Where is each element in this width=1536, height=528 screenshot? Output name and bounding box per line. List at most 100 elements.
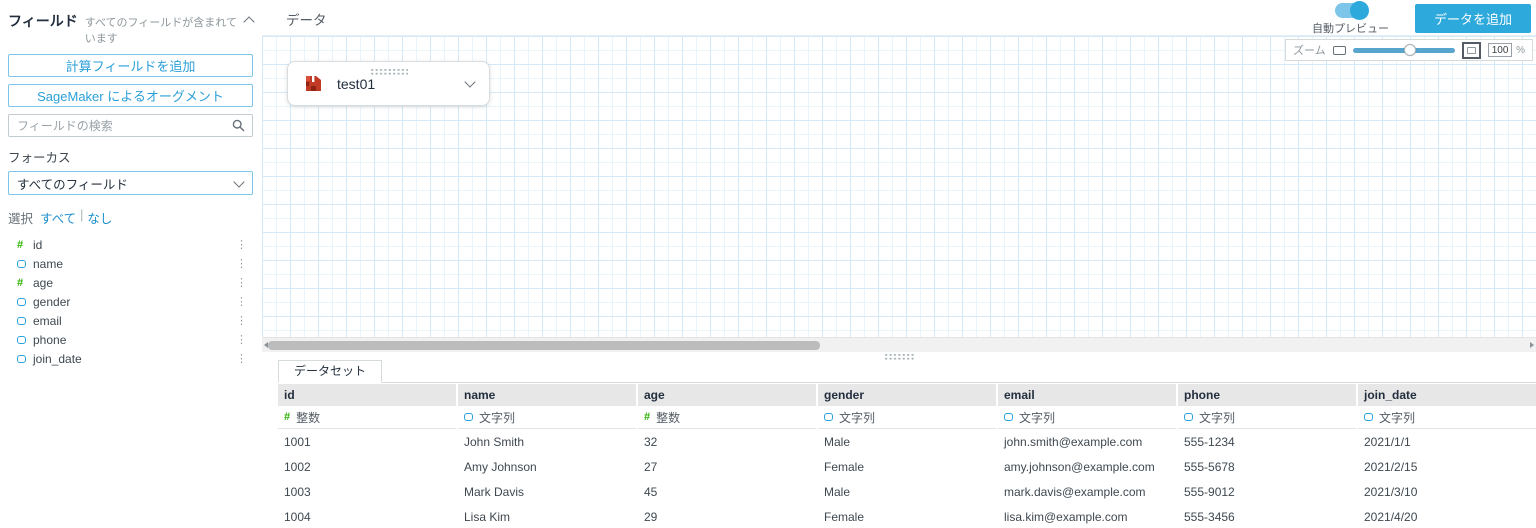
table-cell: 2021/4/20 xyxy=(1364,510,1418,524)
zoom-label: ズーム xyxy=(1293,45,1326,57)
string-type-icon xyxy=(17,312,33,330)
fit-rect-icon xyxy=(1467,46,1477,54)
scroll-right-icon[interactable] xyxy=(1530,342,1534,348)
table-cell: 27 xyxy=(644,460,658,474)
field-name: age xyxy=(33,275,54,290)
dataset-preview-panel: データセット id name age gender email phone join_dat… xyxy=(262,360,1536,528)
fields-panel: フィールド すべてのフィールドが含まれています 計算フィールドを追加 SageM… xyxy=(0,0,262,528)
add-calculated-field-button[interactable]: 計算フィールドを追加 xyxy=(8,54,253,77)
column-type-cell: # 整数 xyxy=(638,406,816,429)
collapse-fields-icon[interactable] xyxy=(243,16,255,28)
field-menu-icon[interactable]: ⋮ xyxy=(236,352,247,365)
field-row[interactable]: gender ⋮ xyxy=(8,292,253,311)
fields-subtitle: すべてのフィールドが含まれています xyxy=(84,17,237,45)
table-cell: 1003 xyxy=(284,485,311,499)
field-row[interactable]: join_date ⋮ xyxy=(8,349,253,368)
column-type-label: 文字列 xyxy=(839,410,876,425)
string-type-icon xyxy=(464,410,473,424)
field-selection-controls: 選択 すべて | なし xyxy=(8,208,253,227)
panel-divider xyxy=(262,352,1536,360)
auto-preview-control: 自動プレビュー xyxy=(1312,1,1389,36)
auto-preview-label: 自動プレビュー xyxy=(1312,23,1389,35)
toggle-knob xyxy=(1349,1,1369,20)
table-cell: john.smith@example.com xyxy=(1004,435,1143,449)
zoom-slider-thumb[interactable] xyxy=(1403,43,1416,56)
field-search-input[interactable] xyxy=(8,114,253,137)
column-header: name xyxy=(458,384,636,406)
zoom-fit-button[interactable] xyxy=(1462,41,1482,59)
quicksight-data-prep: フィールド すべてのフィールドが含まれています 計算フィールドを追加 SageM… xyxy=(0,0,1536,528)
string-type-icon xyxy=(1004,410,1013,424)
percent-sign: % xyxy=(1516,44,1525,56)
string-type-icon-shape xyxy=(824,413,833,421)
field-menu-icon[interactable]: ⋮ xyxy=(236,238,247,251)
column-type-cell: 文字列 xyxy=(1358,406,1536,429)
field-menu-icon[interactable]: ⋮ xyxy=(236,276,247,289)
flow-canvas[interactable]: ズーム 100 % test01 xyxy=(262,35,1536,337)
select-none-link[interactable]: なし xyxy=(87,208,112,227)
field-menu-icon[interactable]: ⋮ xyxy=(236,333,247,346)
table-cell: 2021/3/10 xyxy=(1364,485,1418,499)
table-cell: Mark Davis xyxy=(464,485,525,499)
table-cell: Male xyxy=(824,485,851,499)
tab-dataset[interactable]: データセット xyxy=(278,360,383,383)
data-panel-title: データ xyxy=(286,13,327,28)
string-type-icon xyxy=(17,350,33,368)
column-type-cell: 文字列 xyxy=(1178,406,1356,429)
string-type-icon-shape xyxy=(17,335,26,344)
string-type-icon-shape xyxy=(17,354,26,363)
preview-tabstrip: データセット xyxy=(278,360,1536,383)
zoom-out-rect-icon[interactable] xyxy=(1332,45,1346,55)
table-cell: amy.johnson@example.com xyxy=(1004,460,1155,474)
column-header: email xyxy=(998,384,1176,406)
zoom-percent-input[interactable]: 100 xyxy=(1488,43,1513,57)
node-menu-chevron-icon[interactable] xyxy=(464,76,476,88)
field-name: gender xyxy=(33,294,71,309)
number-type-icon: # xyxy=(17,276,24,289)
field-name: id xyxy=(33,237,43,252)
string-type-icon xyxy=(17,255,33,273)
number-type-icon: # xyxy=(284,411,291,423)
table-cell: 29 xyxy=(644,510,658,524)
field-menu-icon[interactable]: ⋮ xyxy=(236,314,247,327)
select-all-link[interactable]: すべて xyxy=(40,208,76,227)
number-type-icon: # xyxy=(644,411,651,423)
node-drag-handle[interactable] xyxy=(369,68,408,75)
column-type-cell: # 整数 xyxy=(278,406,456,429)
focus-label: フォーカス xyxy=(8,151,71,165)
field-row[interactable]: email ⋮ xyxy=(8,311,253,330)
scrollbar-thumb[interactable] xyxy=(268,340,820,350)
canvas-hscrollbar[interactable] xyxy=(262,337,1536,352)
table-cell: Lisa Kim xyxy=(464,510,511,524)
zoom-slider[interactable] xyxy=(1352,43,1456,56)
field-row[interactable]: phone ⋮ xyxy=(8,330,253,349)
string-type-icon xyxy=(824,410,833,424)
table-cell: Amy Johnson xyxy=(464,460,537,474)
string-type-icon-shape xyxy=(17,297,26,306)
focus-select-value: すべてのフィールド xyxy=(17,177,128,192)
auto-preview-toggle[interactable] xyxy=(1334,1,1369,20)
workspace-header: データ 自動プレビュー データを追加 xyxy=(262,0,1536,35)
data-workspace: データ 自動プレビュー データを追加 ズーム 100 % test01 データセ… xyxy=(262,0,1536,528)
add-data-button[interactable]: データを追加 xyxy=(1414,4,1531,33)
field-row[interactable]: # id ⋮ xyxy=(8,235,253,254)
column-type-label: 整数 xyxy=(656,410,681,425)
column-type-cell: 文字列 xyxy=(818,406,996,429)
table-cell: 555-3456 xyxy=(1184,510,1235,524)
table-cell: lisa.kim@example.com xyxy=(1004,510,1128,524)
panel-resize-handle[interactable] xyxy=(884,353,914,360)
string-type-icon-shape xyxy=(1184,413,1193,421)
field-row[interactable]: # age ⋮ xyxy=(8,273,253,292)
field-search xyxy=(8,114,253,137)
number-type-icon: # xyxy=(17,238,24,251)
field-menu-icon[interactable]: ⋮ xyxy=(236,295,247,308)
column-type-label: 文字列 xyxy=(1019,410,1056,425)
focus-select[interactable]: すべてのフィールド xyxy=(8,171,253,195)
dataset-node-label: test01 xyxy=(337,75,376,92)
table-cell: 555-1234 xyxy=(1184,435,1235,449)
string-type-icon-shape xyxy=(17,316,26,325)
field-row[interactable]: name ⋮ xyxy=(8,254,253,273)
field-menu-icon[interactable]: ⋮ xyxy=(236,257,247,270)
dataset-node[interactable]: test01 xyxy=(287,61,490,106)
sagemaker-augment-button[interactable]: SageMaker によるオーグメント xyxy=(8,84,253,107)
